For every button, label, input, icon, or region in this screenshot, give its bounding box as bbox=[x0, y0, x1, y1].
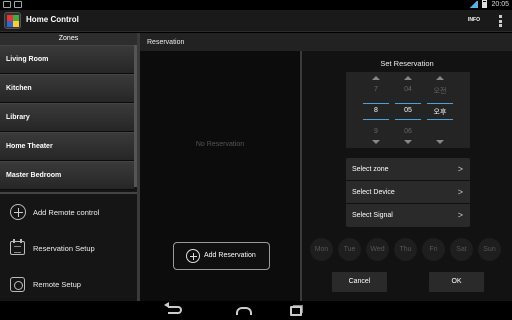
picker-line bbox=[395, 103, 421, 104]
zone-item[interactable]: Living Room bbox=[0, 45, 134, 74]
hour-current[interactable]: 8 bbox=[361, 107, 391, 114]
hour-up-icon[interactable] bbox=[372, 76, 380, 80]
minute-down-icon[interactable] bbox=[404, 140, 412, 144]
chevron-right-icon: > bbox=[457, 164, 463, 174]
select-device-row[interactable]: Select Device > bbox=[346, 181, 470, 204]
notification-download-icon bbox=[14, 1, 22, 8]
add-circle-icon bbox=[186, 249, 200, 263]
chevron-right-icon: > bbox=[457, 210, 463, 220]
app-logo-icon[interactable] bbox=[4, 12, 21, 29]
select-signal-label: Select Signal bbox=[352, 212, 393, 219]
calendar-icon bbox=[10, 239, 25, 255]
ampm-up-icon[interactable] bbox=[436, 76, 444, 80]
chevron-right-icon: > bbox=[457, 187, 463, 197]
select-zone-row[interactable]: Select zone > bbox=[346, 158, 470, 181]
zone-item[interactable]: Home Theater bbox=[0, 132, 134, 161]
picker-line bbox=[395, 119, 421, 120]
add-reservation-button[interactable]: Add Reservation bbox=[173, 242, 270, 270]
picker-line bbox=[363, 103, 389, 104]
day-toggle-thu[interactable]: Thu bbox=[394, 238, 417, 261]
minute-prev[interactable]: 04 bbox=[393, 86, 423, 93]
ok-button[interactable]: OK bbox=[429, 272, 484, 292]
zone-item[interactable]: Master Bedroom bbox=[0, 161, 134, 190]
select-signal-row[interactable]: Select Signal > bbox=[346, 204, 470, 227]
status-bar: 20:05 bbox=[0, 0, 512, 10]
reservation-setup-label: Reservation Setup bbox=[33, 243, 95, 253]
day-toggle-sat[interactable]: Sat bbox=[450, 238, 473, 261]
reservation-list-panel: No Reservation Add Reservation bbox=[140, 51, 300, 301]
hour-next[interactable]: 9 bbox=[361, 128, 391, 135]
minute-picker[interactable]: 04 05 06 bbox=[393, 72, 423, 148]
select-device-label: Select Device bbox=[352, 189, 395, 196]
battery-icon bbox=[482, 0, 488, 8]
set-reservation-panel: Set Reservation 7 8 9 04 05 06 오전 오후 Sel… bbox=[302, 51, 512, 301]
time-picker: 7 8 9 04 05 06 오전 오후 bbox=[346, 72, 470, 148]
weekday-selector: Mon Tue Wed Thu Fri Sat Sun bbox=[310, 238, 501, 261]
ampm-current[interactable]: 오후 bbox=[425, 107, 455, 117]
picker-line bbox=[427, 119, 453, 120]
notification-image-icon bbox=[3, 1, 11, 8]
day-toggle-sun[interactable]: Sun bbox=[478, 238, 501, 261]
reservation-setup-button[interactable]: Reservation Setup bbox=[0, 230, 137, 266]
selection-list: Select zone > Select Device > Select Sig… bbox=[346, 158, 470, 227]
overflow-menu-icon[interactable] bbox=[499, 15, 502, 27]
zones-panel: Zones Living Room Kitchen Library Home T… bbox=[0, 33, 137, 301]
ampm-prev[interactable]: 오전 bbox=[425, 86, 455, 96]
remote-setup-button[interactable]: Remote Setup bbox=[0, 266, 137, 302]
remote-setup-label: Remote Setup bbox=[33, 279, 81, 289]
picker-line bbox=[363, 119, 389, 120]
hour-prev[interactable]: 7 bbox=[361, 86, 391, 93]
select-zone-label: Select zone bbox=[352, 166, 389, 173]
back-icon[interactable] bbox=[164, 302, 182, 314]
empty-state-text: No Reservation bbox=[195, 141, 245, 148]
add-circle-icon bbox=[10, 204, 26, 220]
reservation-header bbox=[140, 33, 512, 51]
set-reservation-title: Set Reservation bbox=[380, 59, 434, 68]
recent-apps-icon[interactable] bbox=[290, 306, 302, 316]
zone-item[interactable]: Kitchen bbox=[0, 74, 134, 103]
day-toggle-fri[interactable]: Fri bbox=[422, 238, 445, 261]
add-remote-control-button[interactable]: Add Remote control bbox=[0, 194, 137, 230]
day-toggle-wed[interactable]: Wed bbox=[366, 238, 389, 261]
info-button[interactable]: INFO bbox=[468, 17, 480, 23]
cancel-button[interactable]: Cancel bbox=[332, 272, 387, 292]
status-time: 20:05 bbox=[491, 0, 509, 8]
home-icon[interactable] bbox=[236, 307, 252, 315]
minute-current[interactable]: 05 bbox=[393, 107, 423, 114]
picker-line bbox=[427, 103, 453, 104]
add-reservation-label: Add Reservation bbox=[204, 252, 256, 259]
day-toggle-mon[interactable]: Mon bbox=[310, 238, 333, 261]
zone-list: Living Room Kitchen Library Home Theater… bbox=[0, 45, 137, 190]
app-title: Home Control bbox=[26, 15, 79, 24]
wifi-icon bbox=[469, 0, 479, 8]
remote-icon bbox=[10, 276, 25, 292]
minute-next[interactable]: 06 bbox=[393, 128, 423, 135]
add-remote-control-label: Add Remote control bbox=[33, 207, 100, 217]
navigation-bar bbox=[0, 301, 512, 320]
zone-item[interactable]: Library bbox=[0, 103, 134, 132]
hour-down-icon[interactable] bbox=[372, 140, 380, 144]
zones-header: Zones bbox=[0, 33, 137, 45]
ampm-down-icon[interactable] bbox=[436, 140, 444, 144]
hour-picker[interactable]: 7 8 9 bbox=[361, 72, 391, 148]
day-toggle-tue[interactable]: Tue bbox=[338, 238, 361, 261]
minute-up-icon[interactable] bbox=[404, 76, 412, 80]
action-bar: Home Control INFO bbox=[0, 10, 512, 32]
reservation-title: Reservation bbox=[147, 39, 185, 46]
ampm-picker[interactable]: 오전 오후 bbox=[425, 72, 455, 148]
